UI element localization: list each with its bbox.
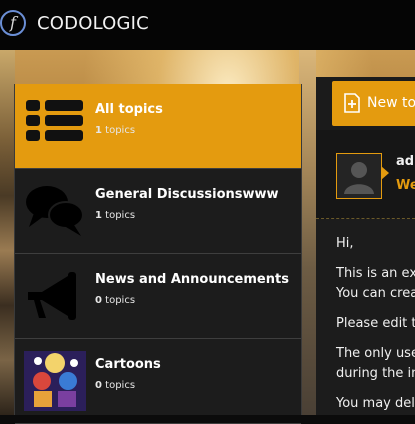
post-text-line: Please edit t [336, 316, 415, 331]
category-title[interactable]: News and Announcements [95, 272, 289, 287]
new-document-icon [344, 93, 360, 113]
post-text-line: You may del [336, 396, 415, 411]
post-header: adr We [316, 130, 415, 219]
post-text-line: You can crea [336, 286, 415, 301]
new-topic-label: New top [367, 95, 415, 111]
logo-icon[interactable]: f [0, 10, 26, 36]
post-author[interactable]: adr [396, 154, 415, 169]
post-text-line: The only use [336, 346, 415, 361]
brand-name[interactable]: CODOLOGIC [37, 13, 149, 34]
user-avatar-icon [344, 162, 374, 194]
category-cartoons[interactable]: Cartoons 0 topics [15, 339, 301, 424]
topic-count: 0 topics [95, 380, 136, 391]
background-artwork-left-strip [0, 50, 15, 415]
cartoon-thumbnail [24, 351, 86, 411]
speech-bubbles-icon [26, 186, 84, 236]
top-navbar: f CODOLOGIC [0, 0, 415, 50]
topic-count: 1 topics [95, 125, 136, 136]
post-text-line: This is an ex [336, 266, 415, 281]
list-icon [26, 100, 83, 141]
category-sidebar: All topics 1 topics General Discussionsw… [14, 84, 302, 424]
category-all-topics[interactable]: All topics 1 topics [15, 84, 301, 169]
new-topic-button[interactable]: New top [332, 81, 415, 126]
category-general-discussions[interactable]: General Discussionswww 1 topics [15, 169, 301, 254]
avatar[interactable] [336, 153, 382, 199]
post-text-line: during the in [336, 366, 415, 381]
post-title[interactable]: We [396, 178, 415, 193]
category-news-announcements[interactable]: News and Announcements 0 topics [15, 254, 301, 339]
topic-count: 1 topics [95, 210, 136, 221]
category-title[interactable]: All topics [95, 102, 163, 117]
avatar-pointer [381, 166, 389, 180]
megaphone-icon [28, 272, 76, 320]
category-title[interactable]: Cartoons [95, 357, 161, 372]
post-card: adr We Hi, This is an ex You can crea Pl… [316, 130, 415, 415]
post-text-line: Hi, [336, 236, 354, 251]
topic-count: 0 topics [95, 295, 136, 306]
category-title[interactable]: General Discussionswww [95, 187, 279, 202]
